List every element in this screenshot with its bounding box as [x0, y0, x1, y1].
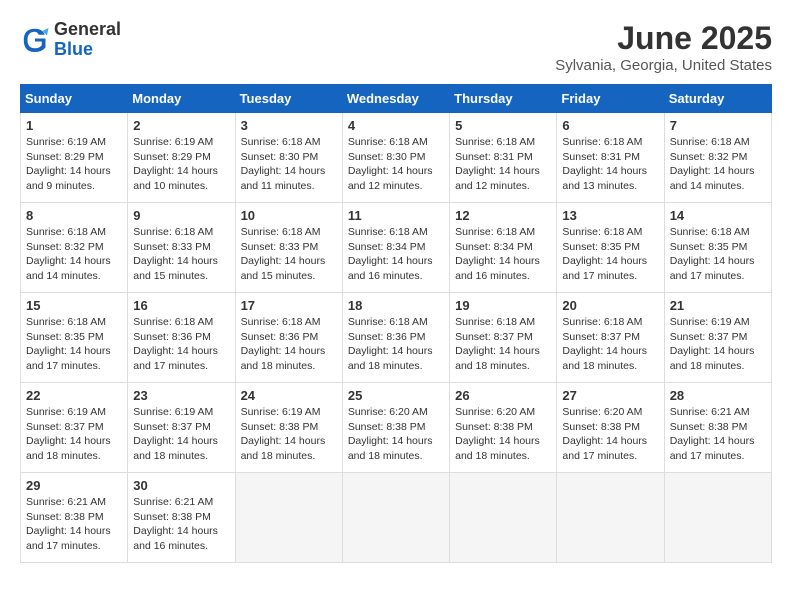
table-row: 24Sunrise: 6:19 AMSunset: 8:38 PMDayligh… — [235, 383, 342, 473]
logo-general-text: General — [54, 20, 121, 40]
month-title: June 2025 — [555, 20, 772, 57]
table-row: 7Sunrise: 6:18 AMSunset: 8:32 PMDaylight… — [664, 113, 771, 203]
table-row: 27Sunrise: 6:20 AMSunset: 8:38 PMDayligh… — [557, 383, 664, 473]
table-row: 4Sunrise: 6:18 AMSunset: 8:30 PMDaylight… — [342, 113, 449, 203]
table-row: 13Sunrise: 6:18 AMSunset: 8:35 PMDayligh… — [557, 203, 664, 293]
table-row: 17Sunrise: 6:18 AMSunset: 8:36 PMDayligh… — [235, 293, 342, 383]
col-tuesday: Tuesday — [235, 85, 342, 113]
title-area: June 2025 Sylvania, Georgia, United Stat… — [555, 20, 772, 74]
table-row: 21Sunrise: 6:19 AMSunset: 8:37 PMDayligh… — [664, 293, 771, 383]
table-row: 23Sunrise: 6:19 AMSunset: 8:37 PMDayligh… — [128, 383, 235, 473]
col-wednesday: Wednesday — [342, 85, 449, 113]
logo: General Blue — [20, 20, 121, 60]
table-row: 19Sunrise: 6:18 AMSunset: 8:37 PMDayligh… — [450, 293, 557, 383]
table-row — [664, 473, 771, 563]
table-row: 11Sunrise: 6:18 AMSunset: 8:34 PMDayligh… — [342, 203, 449, 293]
table-row: 28Sunrise: 6:21 AMSunset: 8:38 PMDayligh… — [664, 383, 771, 473]
table-row: 2Sunrise: 6:19 AMSunset: 8:29 PMDaylight… — [128, 113, 235, 203]
table-row — [557, 473, 664, 563]
table-row: 5Sunrise: 6:18 AMSunset: 8:31 PMDaylight… — [450, 113, 557, 203]
table-row — [342, 473, 449, 563]
table-row — [235, 473, 342, 563]
table-row: 14Sunrise: 6:18 AMSunset: 8:35 PMDayligh… — [664, 203, 771, 293]
logo-text: General Blue — [54, 20, 121, 60]
table-row: 18Sunrise: 6:18 AMSunset: 8:36 PMDayligh… — [342, 293, 449, 383]
col-thursday: Thursday — [450, 85, 557, 113]
logo-icon — [20, 25, 50, 55]
table-row: 30Sunrise: 6:21 AMSunset: 8:38 PMDayligh… — [128, 473, 235, 563]
col-sunday: Sunday — [21, 85, 128, 113]
table-row: 6Sunrise: 6:18 AMSunset: 8:31 PMDaylight… — [557, 113, 664, 203]
calendar-header-row: Sunday Monday Tuesday Wednesday Thursday… — [21, 85, 772, 113]
table-row: 9Sunrise: 6:18 AMSunset: 8:33 PMDaylight… — [128, 203, 235, 293]
table-row: 29Sunrise: 6:21 AMSunset: 8:38 PMDayligh… — [21, 473, 128, 563]
table-row: 22Sunrise: 6:19 AMSunset: 8:37 PMDayligh… — [21, 383, 128, 473]
table-row: 12Sunrise: 6:18 AMSunset: 8:34 PMDayligh… — [450, 203, 557, 293]
table-row: 26Sunrise: 6:20 AMSunset: 8:38 PMDayligh… — [450, 383, 557, 473]
col-friday: Friday — [557, 85, 664, 113]
table-row: 15Sunrise: 6:18 AMSunset: 8:35 PMDayligh… — [21, 293, 128, 383]
table-row: 16Sunrise: 6:18 AMSunset: 8:36 PMDayligh… — [128, 293, 235, 383]
col-monday: Monday — [128, 85, 235, 113]
logo-blue-text: Blue — [54, 40, 121, 60]
page-header: General Blue June 2025 Sylvania, Georgia… — [20, 20, 772, 74]
table-row: 8Sunrise: 6:18 AMSunset: 8:32 PMDaylight… — [21, 203, 128, 293]
location-title: Sylvania, Georgia, United States — [555, 57, 772, 74]
table-row: 25Sunrise: 6:20 AMSunset: 8:38 PMDayligh… — [342, 383, 449, 473]
table-row: 3Sunrise: 6:18 AMSunset: 8:30 PMDaylight… — [235, 113, 342, 203]
table-row: 20Sunrise: 6:18 AMSunset: 8:37 PMDayligh… — [557, 293, 664, 383]
calendar-table: Sunday Monday Tuesday Wednesday Thursday… — [20, 84, 772, 563]
table-row: 1Sunrise: 6:19 AMSunset: 8:29 PMDaylight… — [21, 113, 128, 203]
col-saturday: Saturday — [664, 85, 771, 113]
table-row — [450, 473, 557, 563]
table-row: 10Sunrise: 6:18 AMSunset: 8:33 PMDayligh… — [235, 203, 342, 293]
